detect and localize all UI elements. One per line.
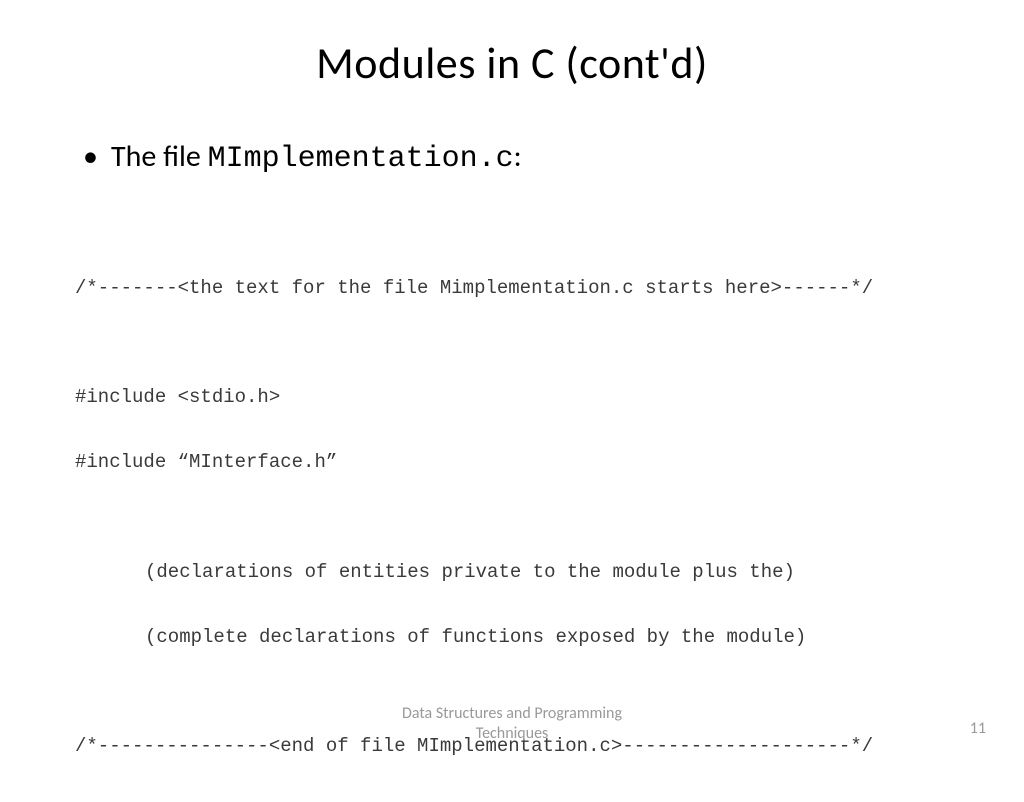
footer-text: Data Structures and Programming Techniqu… [402,704,622,744]
bullet-text-suffix: : [514,138,522,175]
page-number: 11 [970,719,986,738]
footer-line-1: Data Structures and Programming [402,704,622,723]
code-line: #include “MInterface.h” [75,452,949,474]
code-line: /*-------<the text for the file Mimpleme… [75,278,949,300]
slide-container: Modules in C (cont'd) The file MImplemen… [0,0,1024,768]
code-line: #include <stdio.h> [75,387,949,409]
bullet-filename: MImplementation.c [208,142,514,176]
slide-title: Modules in C (cont'd) [75,36,949,90]
bullet-list: The file MImplementation.c: [75,138,949,176]
code-line: (declarations of entities private to the… [75,562,949,584]
bullet-item: The file MImplementation.c: [83,138,949,176]
footer: Data Structures and Programming Techniqu… [0,704,1024,744]
footer-line-2: Techniques [476,724,549,743]
code-line: (complete declarations of functions expo… [75,627,949,649]
bullet-text-prefix: The file [111,138,208,175]
